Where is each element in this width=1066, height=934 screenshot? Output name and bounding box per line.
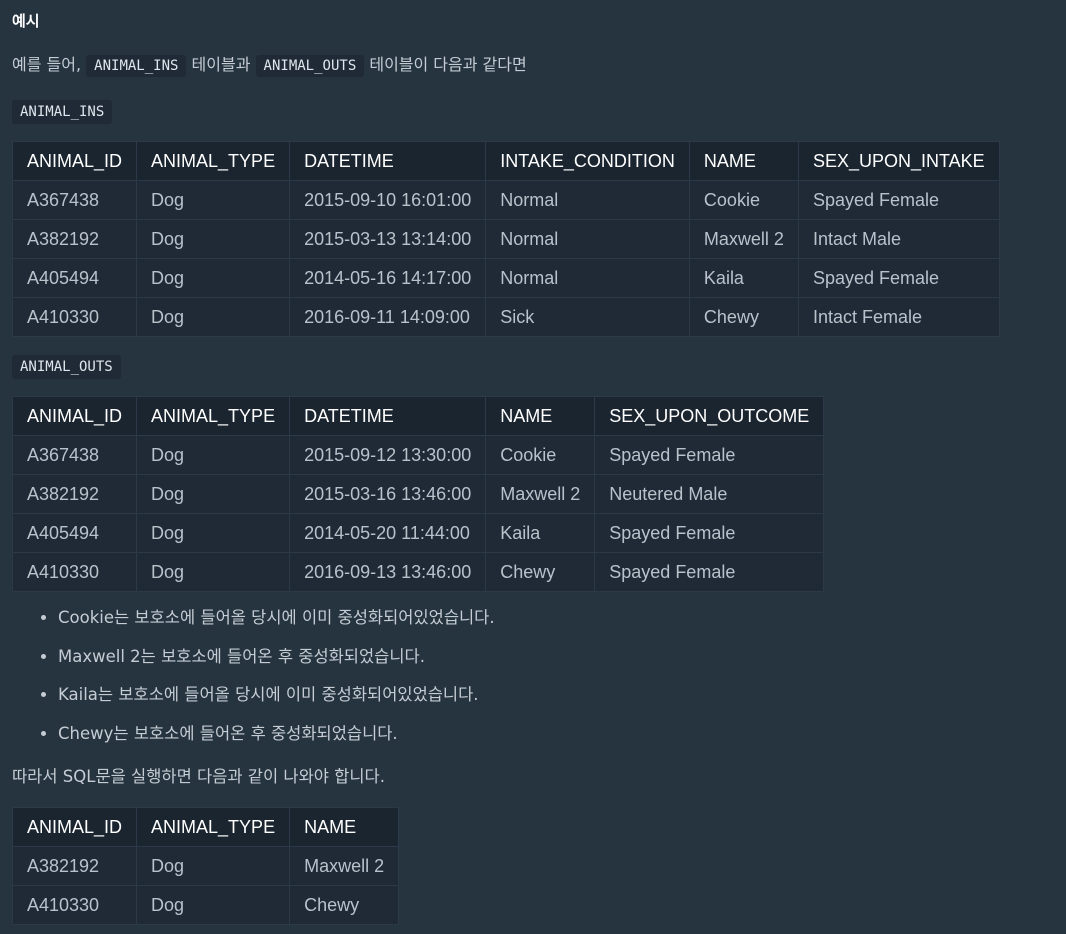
- column-header: NAME: [688, 141, 799, 181]
- table-cell: Dog: [136, 846, 291, 886]
- column-header: DATETIME: [289, 141, 487, 181]
- table-cell: Kaila: [485, 513, 596, 553]
- table-cell: Spayed Female: [797, 180, 1000, 220]
- table-cell: A367438: [11, 435, 138, 475]
- table-cell: 2015-03-16 13:46:00: [289, 474, 487, 514]
- table-cell: Spayed Female: [594, 552, 825, 592]
- table-cell: Intact Female: [797, 297, 1000, 337]
- table-cell: 2016-09-11 14:09:00: [289, 297, 487, 337]
- table-cell: A410330: [11, 297, 138, 337]
- table-cell: Dog: [136, 258, 291, 298]
- column-header: ANIMAL_TYPE: [136, 141, 291, 181]
- table-cell: Chewy: [289, 885, 400, 925]
- list-item: Chewy는 보호소에 들어온 후 중성화되었습니다.: [58, 716, 495, 755]
- table-cell: Spayed Female: [594, 435, 825, 475]
- table-cell: A382192: [11, 219, 138, 259]
- table-header-row: ANIMAL_ID ANIMAL_TYPE DATETIME INTAKE_CONDI…: [11, 141, 1000, 181]
- table-cell: 2015-09-12 13:30:00: [289, 435, 487, 475]
- table-cell: Chewy: [688, 297, 799, 337]
- table-cell: 2015-09-10 16:01:00: [289, 180, 487, 220]
- table-cell: Spayed Female: [594, 513, 825, 553]
- table-cell: Dog: [136, 435, 291, 475]
- table-row: A367438 Dog 2015-09-12 13:30:00 Cookie Spaye…: [11, 435, 825, 475]
- table-cell: A405494: [11, 258, 138, 298]
- table-cell: Cookie: [688, 180, 799, 220]
- section-title: 예시: [12, 12, 40, 30]
- intro-middle: 테이블과: [191, 55, 251, 74]
- table-cell: Intact Male: [797, 219, 1000, 259]
- table-cell: Dog: [136, 180, 291, 220]
- table-cell: A410330: [11, 885, 138, 925]
- table-cell: Normal: [485, 258, 690, 298]
- table-cell: Cookie: [485, 435, 596, 475]
- animal-ins-table: ANIMAL_ID ANIMAL_TYPE DATETIME INTAKE_CONDI…: [11, 141, 1000, 337]
- table-cell: A405494: [11, 513, 138, 553]
- list-item: Cookie는 보호소에 들어올 당시에 이미 중성화되어있었습니다.: [58, 600, 495, 639]
- list-item: Maxwell 2는 보호소에 들어온 후 중성화되었습니다.: [58, 639, 495, 678]
- table-row: A410330 Dog 2016-09-13 13:46:00 Chewy Spayed…: [11, 552, 825, 592]
- table-row: A410330 Dog Chewy: [11, 885, 400, 925]
- table-cell: Maxwell 2: [485, 474, 596, 514]
- list-item: Kaila는 보호소에 들어올 당시에 이미 중성화되어있었습니다.: [58, 677, 495, 716]
- table-cell: Spayed Female: [797, 258, 1000, 298]
- table-cell: Maxwell 2: [688, 219, 799, 259]
- table-cell: A382192: [11, 846, 138, 886]
- animal-ins-label: ANIMAL_INS: [12, 100, 113, 124]
- table-cell: Normal: [485, 180, 690, 220]
- table-cell: Neutered Male: [594, 474, 825, 514]
- table-cell: Dog: [136, 513, 291, 553]
- column-header: ANIMAL_TYPE: [136, 396, 291, 436]
- column-header: SEX_UPON_INTAKE: [797, 141, 1000, 181]
- intro-text: 예를 들어, ANIMAL_INS 테이블과 ANIMAL_OUTS 테이블이 …: [12, 52, 527, 79]
- table-cell: 2014-05-16 14:17:00: [289, 258, 487, 298]
- column-header: NAME: [289, 807, 400, 847]
- table-cell: Dog: [136, 885, 291, 925]
- table-row: A382192 Dog 2015-03-16 13:46:00 Maxwell 2 Ne…: [11, 474, 825, 514]
- intro-code-animal-outs: ANIMAL_OUTS: [255, 55, 365, 77]
- table-header-row: ANIMAL_ID ANIMAL_TYPE DATETIME NAME SEX_UPON…: [11, 396, 825, 436]
- table-row: A367438 Dog 2015-09-10 16:01:00 Normal Cooki…: [11, 180, 1000, 220]
- table-cell: Dog: [136, 474, 291, 514]
- intro-prefix: 예를 들어,: [12, 55, 82, 74]
- column-header: ANIMAL_ID: [11, 396, 138, 436]
- column-header: SEX_UPON_OUTCOME: [594, 396, 825, 436]
- intro-code-animal-ins: ANIMAL_INS: [86, 55, 187, 77]
- column-header: ANIMAL_ID: [11, 807, 138, 847]
- column-header: ANIMAL_ID: [11, 141, 138, 181]
- column-header: ANIMAL_TYPE: [136, 807, 291, 847]
- table-header-row: ANIMAL_ID ANIMAL_TYPE NAME: [11, 807, 400, 847]
- animal-outs-table: ANIMAL_ID ANIMAL_TYPE DATETIME NAME SEX_UPON…: [11, 396, 825, 592]
- table-cell: Dog: [136, 297, 291, 337]
- animal-outs-label: ANIMAL_OUTS: [12, 355, 121, 379]
- explanation-list: Cookie는 보호소에 들어올 당시에 이미 중성화되어있었습니다. Maxw…: [40, 600, 495, 754]
- table-cell: A367438: [11, 180, 138, 220]
- table-cell: Sick: [485, 297, 690, 337]
- column-header: DATETIME: [289, 396, 487, 436]
- conclusion-text: 따라서 SQL문을 실행하면 다음과 같이 나와야 합니다.: [12, 767, 385, 786]
- table-row: A382192 Dog Maxwell 2: [11, 846, 400, 886]
- table-row: A410330 Dog 2016-09-11 14:09:00 Sick Chewy In…: [11, 297, 1000, 337]
- table-row: A405494 Dog 2014-05-16 14:17:00 Normal Kaila…: [11, 258, 1000, 298]
- table-cell: 2014-05-20 11:44:00: [289, 513, 487, 553]
- table-cell: A410330: [11, 552, 138, 592]
- table-row: A405494 Dog 2014-05-20 11:44:00 Kaila Spayed…: [11, 513, 825, 553]
- intro-suffix: 테이블이 다음과 같다면: [369, 55, 527, 74]
- table-cell: Kaila: [688, 258, 799, 298]
- table-cell: 2016-09-13 13:46:00: [289, 552, 487, 592]
- table-cell: Chewy: [485, 552, 596, 592]
- table-cell: Normal: [485, 219, 690, 259]
- table-row: A382192 Dog 2015-03-13 13:14:00 Normal Maxwe…: [11, 219, 1000, 259]
- result-table: ANIMAL_ID ANIMAL_TYPE NAME A382192 Dog Maxwe…: [11, 807, 400, 925]
- table-cell: 2015-03-13 13:14:00: [289, 219, 487, 259]
- column-header: NAME: [485, 396, 596, 436]
- table-cell: Dog: [136, 552, 291, 592]
- column-header: INTAKE_CONDITION: [485, 141, 690, 181]
- table-cell: Dog: [136, 219, 291, 259]
- table-cell: A382192: [11, 474, 138, 514]
- table-cell: Maxwell 2: [289, 846, 400, 886]
